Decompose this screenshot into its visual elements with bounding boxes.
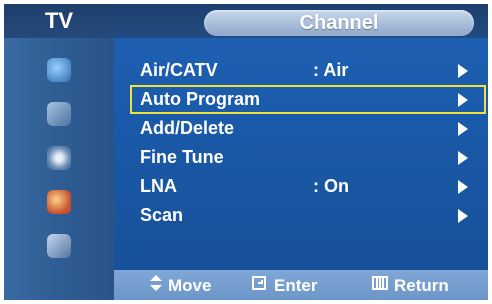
menu-item-label: Scan: [140, 205, 184, 225]
footer-move: Move: [150, 275, 211, 296]
setup-icon[interactable]: [41, 184, 77, 220]
menu-item-label: Fine Tune: [140, 147, 224, 167]
title-bar: Channel: [114, 4, 488, 38]
right-arrow-icon: [458, 151, 468, 165]
channel-panel: Channel Air/CATV : Air Auto Program Add/…: [114, 4, 488, 300]
menu-item-value: : On: [313, 176, 349, 196]
right-arrow-icon: [458, 180, 468, 194]
channel-icon[interactable]: [41, 140, 77, 176]
menu-item-label: LNA: [140, 176, 177, 196]
sound-icon[interactable]: [41, 96, 77, 132]
footer-move-label: Move: [168, 275, 212, 295]
footer-return: Return: [372, 275, 449, 296]
footer-return-label: Return: [394, 275, 449, 295]
menu-item-value: : Air: [313, 60, 349, 80]
menu-item-label: Auto Program: [140, 89, 261, 109]
input-icon[interactable]: [41, 228, 77, 264]
right-arrow-icon: [458, 209, 468, 223]
menu-item-label: Air/CATV: [140, 60, 218, 80]
menu-item-add-delete[interactable]: Add/Delete: [130, 114, 486, 143]
menu-item-label: Add/Delete: [140, 118, 235, 138]
enter-icon: [252, 275, 268, 296]
category-title: TV: [4, 4, 114, 38]
footer-enter-label: Enter: [274, 275, 318, 295]
menu-item-fine-tune[interactable]: Fine Tune: [130, 143, 486, 172]
channel-menu: Air/CATV : Air Auto Program Add/Delete F…: [130, 56, 486, 230]
menu-item-air-catv[interactable]: Air/CATV : Air: [130, 56, 486, 85]
return-icon: [372, 275, 388, 296]
picture-icon[interactable]: [41, 52, 77, 88]
menu-item-lna[interactable]: LNA : On: [130, 172, 486, 201]
menu-item-auto-program[interactable]: Auto Program: [130, 85, 486, 114]
right-arrow-icon: [458, 64, 468, 78]
footer-help-bar: Move Enter Return: [114, 270, 488, 300]
right-arrow-icon: [458, 122, 468, 136]
menu-item-scan[interactable]: Scan: [130, 201, 486, 230]
tv-osd-screen: TV Channel Air/CATV : Air Auto Program A…: [0, 0, 492, 304]
up-down-arrow-icon: [150, 275, 162, 296]
menu-title: Channel: [204, 10, 474, 36]
footer-enter: Enter: [252, 275, 317, 296]
right-arrow-icon: [458, 93, 468, 107]
category-rail: TV: [4, 4, 114, 300]
